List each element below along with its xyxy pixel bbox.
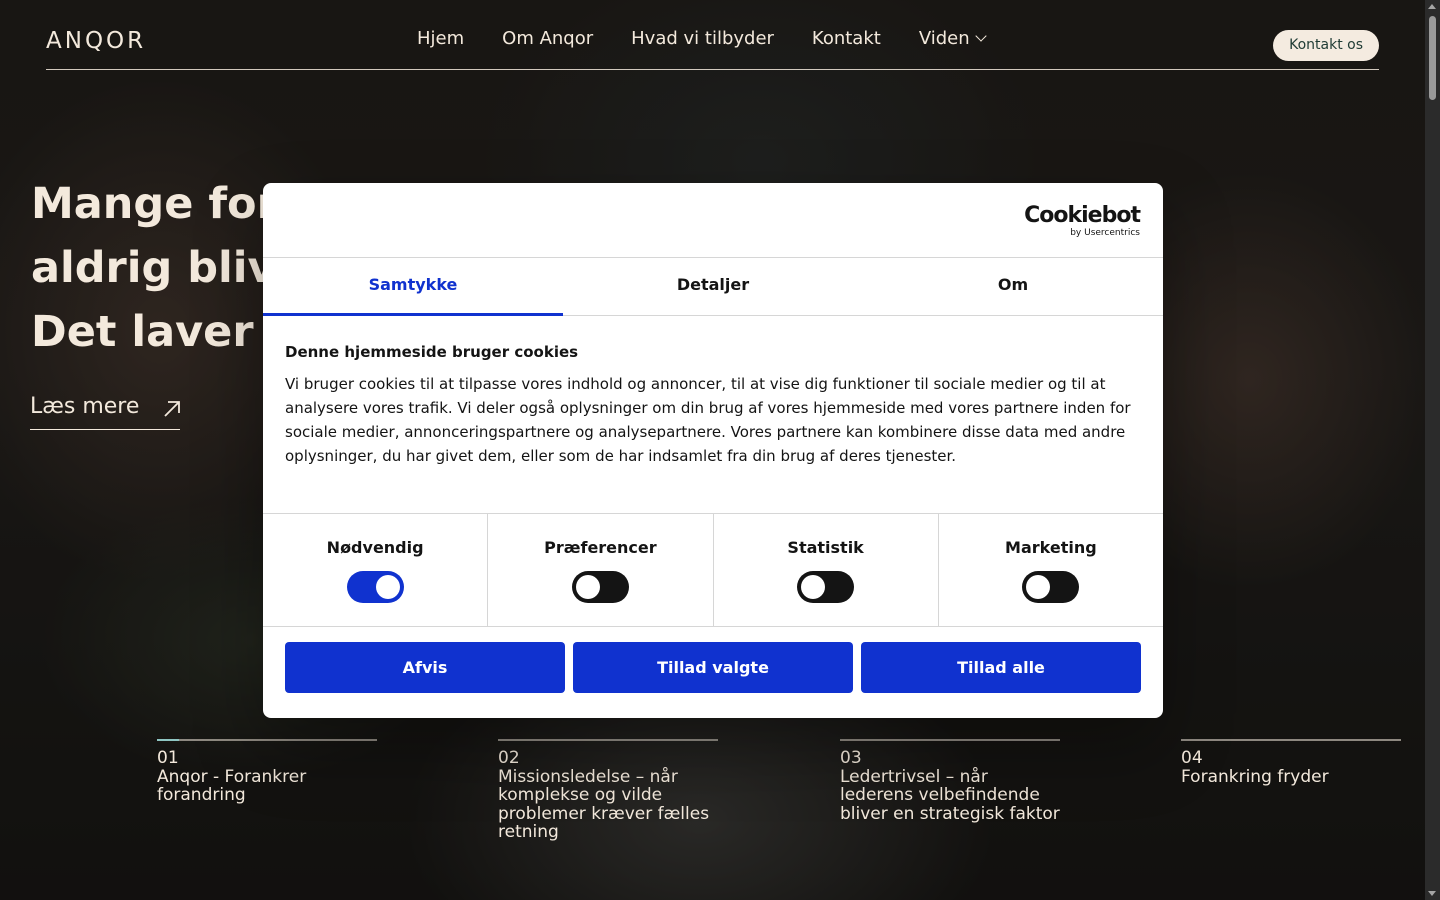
necessary-toggle[interactable] bbox=[346, 571, 404, 603]
cookiebot-logo-subtext: by Usercentrics bbox=[1070, 228, 1140, 238]
cookie-category-toggles: Nødvendig Præferencer Statistik Marketin… bbox=[263, 514, 1163, 627]
slide-number: 01 bbox=[157, 748, 179, 768]
slide-title: Missionsledelse – når komplekse og vilde… bbox=[498, 766, 710, 842]
statistics-toggle[interactable] bbox=[797, 571, 855, 603]
tab-samtykke[interactable]: Samtykke bbox=[263, 258, 563, 316]
nav-item-hvad-vi-tilbyder[interactable]: Hvad vi tilbyder bbox=[631, 28, 774, 49]
site-header: ANQOR Hjem Om Anqor Hvad vi tilbyder Kon… bbox=[46, 22, 1379, 70]
preferences-toggle[interactable] bbox=[571, 571, 629, 603]
hero-title: Mange fora aldrig blive Det laver v bbox=[31, 172, 271, 364]
slide-title: Ledertrivsel – når lederens velbefindend… bbox=[840, 766, 1060, 824]
scroll-up-icon[interactable] bbox=[1428, 4, 1436, 9]
tab-om[interactable]: Om bbox=[863, 258, 1163, 315]
hero-title-line-3: Det laver v bbox=[31, 307, 271, 357]
main-nav: Hjem Om Anqor Hvad vi tilbyder Kontakt V… bbox=[417, 28, 1023, 49]
slide-item[interactable]: 02 Missionsledelse – når komplekse og vi… bbox=[498, 739, 718, 842]
allow-all-button[interactable]: Tillad alle bbox=[861, 642, 1141, 693]
nav-item-kontakt[interactable]: Kontakt bbox=[812, 28, 881, 49]
nav-item-hjem[interactable]: Hjem bbox=[417, 28, 464, 49]
scroll-thumb[interactable] bbox=[1429, 16, 1436, 100]
cookiebot-logo-text: Cookiebot bbox=[1024, 203, 1141, 228]
cookie-dialog-header: Cookiebot by Usercentrics bbox=[263, 183, 1163, 258]
tab-detaljer[interactable]: Detaljer bbox=[563, 258, 863, 315]
scroll-down-icon[interactable] bbox=[1428, 891, 1436, 896]
marketing-toggle[interactable] bbox=[1022, 571, 1080, 603]
slide-number: 02 bbox=[498, 748, 520, 768]
toggle-label: Statistik bbox=[787, 538, 864, 557]
toggle-label: Præferencer bbox=[544, 538, 657, 557]
allow-selected-button[interactable]: Tillad valgte bbox=[573, 642, 853, 693]
cookie-text: Vi bruger cookies til at tilpasse vores … bbox=[285, 375, 1131, 465]
slide-number: 03 bbox=[840, 748, 862, 768]
cookie-consent-dialog: Cookiebot by Usercentrics Samtykke Detal… bbox=[263, 183, 1163, 718]
slide-title: Forankring fryder bbox=[1181, 766, 1329, 787]
category-statistics: Statistik bbox=[714, 514, 939, 626]
nav-item-om-anqor[interactable]: Om Anqor bbox=[502, 28, 593, 49]
contact-button[interactable]: Kontakt os bbox=[1273, 30, 1379, 61]
category-preferences: Præferencer bbox=[488, 514, 714, 626]
hero-title-line-1: Mange fora bbox=[31, 179, 271, 229]
nav-item-viden-label: Viden bbox=[918, 28, 970, 49]
hero-title-line-2: aldrig blive bbox=[31, 243, 271, 293]
read-more-link[interactable]: Læs mere bbox=[30, 394, 180, 430]
toggle-label: Nødvendig bbox=[326, 538, 424, 557]
arrow-up-right-icon bbox=[164, 401, 180, 417]
toggle-label: Marketing bbox=[1005, 538, 1097, 557]
site-logo[interactable]: ANQOR bbox=[46, 28, 146, 54]
cookie-buttons: Afvis Tillad valgte Tillad alle bbox=[263, 627, 1163, 693]
read-more-label: Læs mere bbox=[30, 394, 140, 419]
slide-item[interactable]: 04 Forankring fryder bbox=[1181, 739, 1401, 786]
slide-item[interactable]: 01 Anqor - Forankrer forandring bbox=[157, 739, 377, 805]
cookie-tabs: Samtykke Detaljer Om bbox=[263, 258, 1163, 316]
category-marketing: Marketing bbox=[939, 514, 1163, 626]
page-scrollbar[interactable] bbox=[1425, 0, 1440, 900]
cookie-description: Denne hjemmeside bruger cookies Vi bruge… bbox=[263, 316, 1163, 514]
nav-item-viden[interactable]: Viden bbox=[918, 28, 987, 49]
slide-title: Anqor - Forankrer forandring bbox=[157, 766, 307, 805]
decline-button[interactable]: Afvis bbox=[285, 642, 565, 693]
slide-number: 04 bbox=[1181, 748, 1203, 768]
cookiebot-logo[interactable]: Cookiebot by Usercentrics bbox=[1024, 203, 1141, 239]
slide-item[interactable]: 03 Ledertrivsel – når lederens velbefind… bbox=[840, 739, 1060, 823]
cookie-heading: Denne hjemmeside bruger cookies bbox=[285, 343, 579, 361]
chevron-down-icon bbox=[974, 30, 987, 42]
category-necessary: Nødvendig bbox=[263, 514, 489, 626]
